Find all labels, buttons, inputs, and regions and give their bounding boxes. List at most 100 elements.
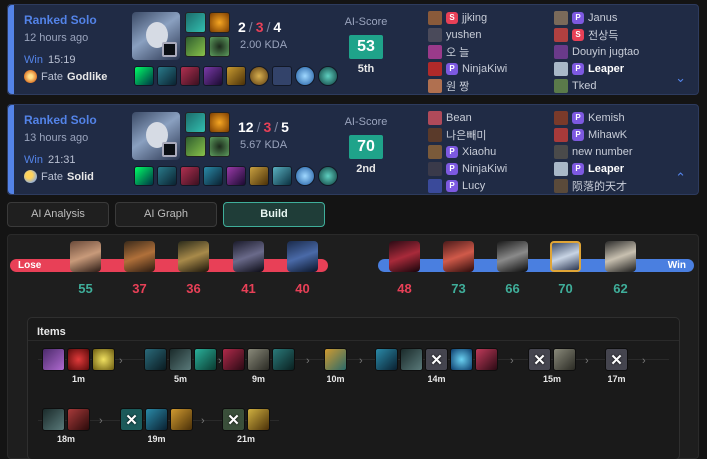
champion-score: 37 [132, 281, 147, 296]
fate-label: Fate [41, 170, 64, 183]
match-duration: 15:19 [47, 54, 76, 66]
champion-score-portrait[interactable] [124, 241, 155, 272]
final-items [134, 166, 338, 186]
time-ago: 12 hours ago [24, 32, 89, 44]
item-icon[interactable] [375, 348, 398, 371]
champion-score-portrait[interactable] [605, 241, 636, 272]
item-purchase-group: 9m [222, 348, 295, 384]
champion-score-portrait[interactable] [70, 241, 101, 272]
trinket-icon[interactable] [295, 166, 315, 186]
champion-score-portrait[interactable] [443, 241, 474, 272]
trinket-icon[interactable] [295, 66, 315, 86]
item-icon[interactable] [400, 348, 423, 371]
tab-ai-analysis[interactable]: AI Analysis [7, 202, 109, 227]
item-icon[interactable] [272, 348, 295, 371]
item-icon[interactable] [42, 348, 65, 371]
champion-score-portrait[interactable] [497, 241, 528, 272]
player-row[interactable]: new number [554, 143, 679, 160]
player-row[interactable]: P Janus [554, 9, 679, 26]
fate-value: Solid [67, 170, 94, 183]
items-title: Items [37, 326, 66, 338]
summoner-spell-icon[interactable] [185, 12, 206, 33]
summoner-spell-icon[interactable] [209, 112, 230, 133]
item-icon[interactable] [450, 348, 473, 371]
item-icon[interactable] [144, 348, 167, 371]
item-icon[interactable] [226, 166, 246, 186]
item-icon[interactable] [145, 408, 168, 431]
player-row[interactable]: P Xiaohu [428, 143, 553, 160]
match-card[interactable]: Ranked Solo 12 hours ago Win 15:19 Fate Go… [7, 4, 699, 95]
item-icon[interactable] [157, 66, 177, 86]
match-card[interactable]: Ranked Solo 13 hours ago Win 21:31 Fate So… [7, 104, 699, 195]
item-purchase-group: 14m [375, 348, 498, 384]
item-icon[interactable] [134, 166, 154, 186]
player-row[interactable]: P NinjaKiwi [428, 60, 553, 77]
tab-build[interactable]: Build [223, 202, 325, 227]
player-row[interactable]: 나은빼미 [428, 126, 553, 143]
match-info: Ranked Solo 12 hours ago Win 15:19 Fate Go… [24, 13, 124, 83]
item-icon[interactable] [180, 66, 200, 86]
player-row-self[interactable]: P Leaper [554, 160, 679, 177]
champion-portrait[interactable] [132, 112, 180, 160]
item-icon[interactable] [272, 166, 292, 186]
player-row[interactable]: 오 늘 [428, 43, 553, 60]
trinket-icon[interactable] [92, 348, 115, 371]
player-row[interactable]: Bean [428, 109, 553, 126]
item-icon[interactable] [222, 348, 245, 371]
champion-score-portrait[interactable] [389, 241, 420, 272]
champion-score-portrait[interactable] [233, 241, 264, 272]
player-row[interactable]: yushen [428, 26, 553, 43]
item-icon[interactable] [67, 408, 90, 431]
champion-score-portrait[interactable] [178, 241, 209, 272]
item-icon[interactable] [553, 348, 576, 371]
sold-item-icon[interactable] [120, 408, 143, 431]
item-icon[interactable] [42, 408, 65, 431]
item-icon[interactable] [203, 66, 223, 86]
player-row[interactable]: Douyin jugtao [554, 43, 679, 60]
champion-portrait[interactable] [132, 12, 180, 60]
sold-item-icon[interactable] [528, 348, 551, 371]
item-icon[interactable] [180, 166, 200, 186]
rune-icon[interactable] [185, 36, 206, 57]
champion-score-portrait-self[interactable] [550, 241, 581, 272]
sold-item-icon[interactable] [605, 348, 628, 371]
player-row-self[interactable]: P Leaper [554, 60, 679, 77]
summoner-spell-icon[interactable] [209, 12, 230, 33]
player-row[interactable]: 陨落的天才 [554, 177, 679, 194]
item-icon[interactable] [324, 348, 347, 371]
item-icon[interactable] [226, 66, 246, 86]
summoner-spell-icon[interactable] [185, 112, 206, 133]
item-icon[interactable] [194, 348, 217, 371]
ai-score: 53 [349, 35, 383, 59]
item-icon[interactable] [203, 166, 223, 186]
sold-item-icon[interactable] [425, 348, 448, 371]
player-row[interactable]: P NinjaKiwi [428, 160, 553, 177]
sold-item-icon[interactable] [222, 408, 245, 431]
player-row[interactable]: P Kemish [554, 109, 679, 126]
potion-icon[interactable] [67, 348, 90, 371]
item-icon[interactable] [249, 66, 269, 86]
player-row[interactable]: S 전상득 [554, 26, 679, 43]
player-row[interactable]: P Lucy [428, 177, 553, 194]
rune-icon[interactable] [185, 136, 206, 157]
item-icon[interactable] [249, 166, 269, 186]
player-row[interactable]: Tked [554, 77, 679, 94]
champion-score-portrait[interactable] [287, 241, 318, 272]
item-icon[interactable] [247, 408, 270, 431]
chevron-down-icon[interactable]: ⌄ [675, 70, 686, 86]
player-row[interactable]: P MihawK [554, 126, 679, 143]
item-icon[interactable] [170, 408, 193, 431]
tab-ai-graph[interactable]: AI Graph [115, 202, 217, 227]
item-icon[interactable] [475, 348, 498, 371]
player-row[interactable]: 원 짱 [428, 77, 553, 94]
item-purchase-group: 17m [605, 348, 628, 384]
fate-icon [24, 170, 37, 183]
item-icon[interactable] [247, 348, 270, 371]
player-row[interactable]: Sjjking [428, 9, 553, 26]
rune-icon[interactable] [209, 136, 230, 157]
chevron-up-icon[interactable]: ⌃ [675, 170, 686, 186]
item-icon[interactable] [134, 66, 154, 86]
rune-icon[interactable] [209, 36, 230, 57]
item-icon[interactable] [157, 166, 177, 186]
item-icon[interactable] [169, 348, 192, 371]
